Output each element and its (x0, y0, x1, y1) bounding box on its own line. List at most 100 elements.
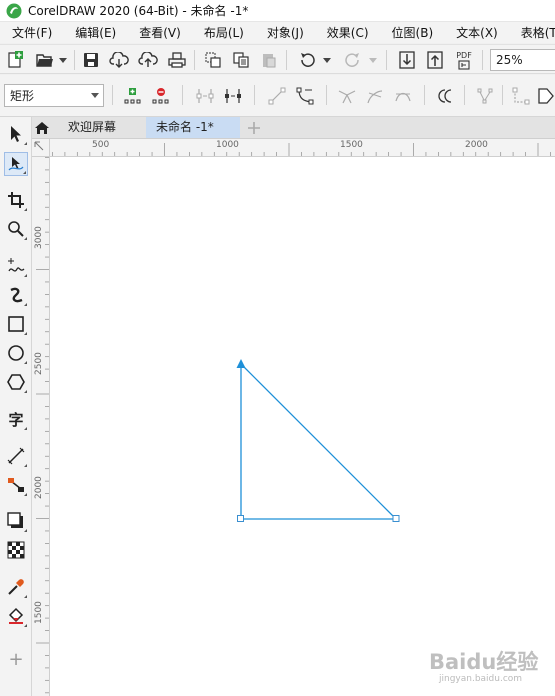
freehand-tool[interactable] (4, 254, 28, 278)
menu-object[interactable]: 对象(J) (261, 24, 310, 41)
menu-view[interactable]: 查看(V) (133, 24, 187, 41)
to-curve-button[interactable] (294, 85, 316, 107)
toolbar-separator (386, 50, 387, 70)
ruler-h-label: 1000 (216, 140, 239, 150)
text-tool[interactable]: 字 (4, 407, 28, 431)
redo-button[interactable] (342, 49, 364, 71)
property-bar: 矩形 (0, 75, 555, 117)
join-nodes-button[interactable] (194, 85, 216, 107)
standard-toolbar: PDF 25% (0, 44, 555, 74)
flyout-indicator-icon (24, 427, 27, 430)
flyout-indicator-icon (24, 237, 27, 240)
menu-text[interactable]: 文本(X) (450, 24, 504, 41)
print-button[interactable] (166, 49, 188, 71)
reverse-direction-icon (438, 89, 452, 103)
connector-tool[interactable] (4, 473, 28, 497)
save-button[interactable] (80, 49, 102, 71)
vertical-ruler[interactable]: 3000 2500 2000 1500 (32, 157, 50, 696)
add-node-button[interactable] (122, 85, 144, 107)
ruler-h-label: 1500 (340, 140, 363, 150)
drop-shadow-tool[interactable] (4, 509, 28, 533)
menu-file[interactable]: 文件(F) (6, 24, 58, 41)
symmetrical-node-button[interactable] (392, 85, 414, 107)
zoom-level-input[interactable]: 25% (490, 49, 555, 71)
new-document-button[interactable] (4, 49, 26, 71)
ruler-v-label: 2000 (34, 476, 44, 499)
flyout-indicator-icon (24, 595, 27, 598)
chevron-down-icon (323, 57, 331, 63)
undo-dropdown[interactable] (322, 51, 332, 69)
menu-layout[interactable]: 布局(L) (198, 24, 250, 41)
cusp-node-button[interactable] (336, 85, 358, 107)
redo-dropdown[interactable] (368, 51, 378, 69)
home-tab[interactable] (32, 117, 52, 138)
open-button[interactable] (34, 49, 56, 71)
paste-button[interactable] (258, 49, 280, 71)
coreldraw-window: CorelDRAW 2020 (64-Bit) - 未命名 -1* 文件(F) … (0, 0, 555, 696)
polygon-tool[interactable] (4, 370, 28, 394)
toolbar-separator (482, 50, 483, 70)
close-curve-button[interactable] (510, 85, 532, 107)
paint-bucket-icon (8, 607, 24, 624)
rectangle-tool[interactable] (4, 312, 28, 336)
pdf-icon (458, 59, 470, 70)
export-button[interactable] (424, 49, 446, 71)
flyout-indicator-icon (24, 529, 27, 532)
to-line-button[interactable] (266, 85, 288, 107)
horizontal-ruler[interactable]: 500 1000 1500 2000 (50, 139, 555, 157)
shape-tool[interactable] (4, 152, 28, 176)
eyedropper-icon (8, 579, 24, 595)
menu-table[interactable]: 表格(T) (515, 24, 555, 41)
ruler-origin[interactable] (32, 139, 50, 157)
parallel-dimension-tool[interactable] (4, 444, 28, 468)
triangle-shape[interactable] (240, 362, 398, 520)
new-tab-button[interactable] (245, 119, 263, 137)
join-nodes-icon (196, 89, 214, 103)
ruler-v-label: 1500 (34, 601, 44, 624)
toolbar-separator (74, 50, 75, 70)
customize-toolbox-button[interactable]: + (4, 647, 28, 671)
drawing-canvas[interactable] (50, 157, 555, 696)
toolbar-separator (254, 85, 255, 105)
eyedropper-tool[interactable] (4, 575, 28, 599)
extend-curve-icon (477, 88, 493, 104)
artistic-media-icon (10, 287, 23, 303)
zoom-tool[interactable] (4, 217, 28, 241)
menu-effects[interactable]: 效果(C) (321, 24, 375, 41)
undo-icon (301, 53, 315, 67)
menu-bitmaps[interactable]: 位图(B) (386, 24, 440, 41)
to-curve-icon (296, 87, 314, 105)
undo-button[interactable] (296, 49, 318, 71)
cloud-export-button[interactable] (137, 49, 159, 71)
copy-button[interactable] (230, 49, 252, 71)
publish-pdf-button[interactable]: PDF (453, 49, 475, 71)
transparency-tool[interactable] (4, 538, 28, 562)
node-handle[interactable] (237, 515, 244, 522)
toolbar-separator (182, 85, 183, 105)
node-shape-button[interactable] (535, 85, 555, 107)
transparency-checker-icon (7, 541, 25, 559)
chevron-down-icon (369, 57, 377, 63)
artistic-media-tool[interactable] (4, 283, 28, 307)
delete-node-button[interactable] (150, 85, 172, 107)
cloud-import-button[interactable] (108, 49, 130, 71)
crop-icon (8, 192, 24, 208)
reverse-direction-button[interactable] (434, 85, 456, 107)
extend-curve-button[interactable] (474, 85, 496, 107)
cut-button[interactable] (202, 49, 224, 71)
shape-type-select[interactable]: 矩形 (4, 84, 104, 107)
tab-document[interactable]: 未命名 -1* (146, 117, 240, 138)
interactive-fill-tool[interactable] (4, 604, 28, 628)
import-button[interactable] (396, 49, 418, 71)
menu-edit[interactable]: 编辑(E) (69, 24, 122, 41)
ellipse-tool[interactable] (4, 341, 28, 365)
pick-tool[interactable] (4, 122, 28, 146)
open-recent-dropdown[interactable] (58, 51, 68, 69)
smooth-node-button[interactable] (364, 85, 386, 107)
break-curve-button[interactable] (222, 85, 244, 107)
toolbar-separator (112, 85, 113, 105)
node-handle[interactable] (392, 515, 400, 522)
crop-tool[interactable] (4, 188, 28, 212)
toolbar-separator (424, 85, 425, 105)
selected-node-marker[interactable] (236, 359, 246, 368)
